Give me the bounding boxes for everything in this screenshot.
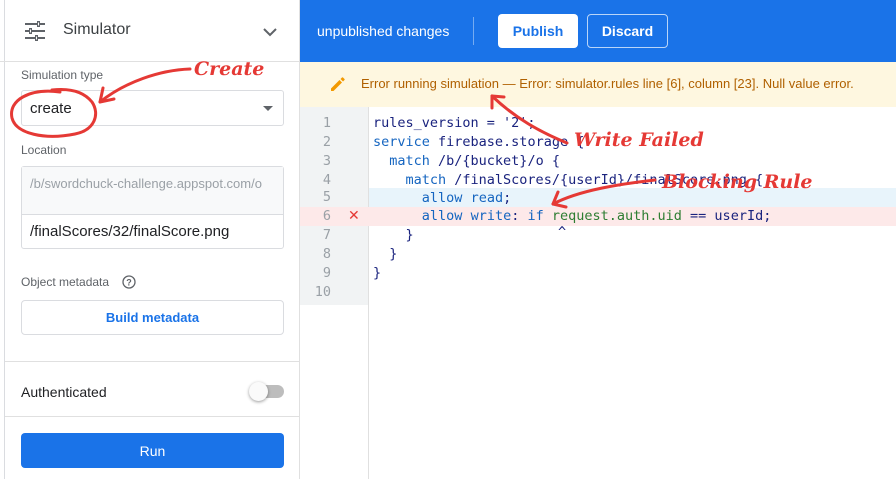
- build-metadata-button[interactable]: Build metadata: [21, 300, 284, 335]
- simulator-title: Simulator: [63, 21, 131, 38]
- simulator-panel: Simulator Simulation type create Locatio…: [0, 0, 300, 479]
- code-line: 8 }: [300, 245, 896, 264]
- location-path-input[interactable]: /finalScores/32/finalScore.png: [30, 223, 229, 240]
- divider: [5, 416, 300, 417]
- toggle-thumb[interactable]: [249, 382, 268, 401]
- error-code-line: 6 ✕ allow write: if request.auth.uid == …: [300, 207, 896, 226]
- code-line: 10: [300, 283, 896, 302]
- line-number: 5: [322, 189, 331, 205]
- location-label: Location: [21, 143, 67, 157]
- line-number: 2: [322, 134, 331, 150]
- dropdown-caret-icon: [263, 106, 273, 111]
- highlighted-code-line: 5 allow read;: [323, 188, 896, 207]
- line-number: 3: [322, 153, 331, 169]
- run-button[interactable]: Run: [21, 433, 284, 468]
- line-code: }: [373, 246, 398, 262]
- authenticated-label: Authenticated: [21, 384, 107, 400]
- rules-editor[interactable]: 1 rules_version = '2'; 2 service firebas…: [300, 107, 896, 479]
- code-line: 3 match /b/{bucket}/o {: [300, 152, 896, 171]
- line-number: 9: [322, 265, 331, 281]
- unpublished-status: unpublished changes: [317, 23, 450, 39]
- chevron-down-icon[interactable]: [262, 24, 278, 40]
- code-line: 1 rules_version = '2';: [300, 114, 896, 133]
- line-number: 1: [322, 115, 331, 131]
- code-line: 9 }: [300, 264, 896, 283]
- tune-icon: [25, 21, 45, 41]
- line-code: allow read;: [421, 190, 512, 206]
- discard-button[interactable]: Discard: [587, 14, 668, 48]
- error-message: Error running simulation — Error: simula…: [361, 76, 854, 91]
- topbar-separator: [473, 17, 474, 45]
- line-code: match /b/{bucket}/o {: [389, 153, 560, 169]
- line-number: 8: [322, 246, 331, 262]
- simulation-type-select[interactable]: create: [21, 90, 284, 126]
- code-line: 2 service firebase.storage {: [300, 133, 896, 152]
- simulation-type-value: create: [30, 100, 72, 117]
- line-code: }: [373, 227, 414, 243]
- error-caret: ^: [558, 224, 567, 240]
- location-field: /b/swordchuck-challenge.appspot.com/o /f…: [21, 166, 284, 249]
- pencil-icon: [331, 77, 345, 91]
- divider: [5, 361, 300, 362]
- code-line: 7 } ^: [300, 224, 896, 245]
- line-code: }: [373, 265, 382, 281]
- line-number: 10: [314, 284, 331, 300]
- line-number: 7: [322, 227, 331, 243]
- help-circle-icon[interactable]: ?: [122, 275, 136, 289]
- line-code: allow write: if request.auth.uid == user…: [421, 208, 772, 224]
- panel-left-border: [4, 0, 5, 479]
- publish-button[interactable]: Publish: [498, 14, 578, 48]
- simulator-header[interactable]: Simulator: [0, 0, 300, 62]
- line-number: 4: [322, 172, 331, 188]
- svg-text:?: ?: [126, 278, 132, 288]
- simulation-type-label: Simulation type: [21, 68, 104, 82]
- line-code: service firebase.storage {: [373, 134, 585, 150]
- error-banner: Error running simulation — Error: simula…: [300, 62, 896, 107]
- object-metadata-label: Object metadata: [21, 275, 110, 289]
- line-code: match /finalScores/{userId}/finalScore.p…: [405, 172, 764, 188]
- publish-bar: unpublished changes Publish Discard: [300, 0, 896, 62]
- line-number: 6: [322, 208, 331, 224]
- location-prefix: /b/swordchuck-challenge.appspot.com/o: [22, 167, 283, 215]
- line-code: rules_version = '2';: [373, 115, 536, 131]
- close-icon: ✕: [348, 208, 360, 224]
